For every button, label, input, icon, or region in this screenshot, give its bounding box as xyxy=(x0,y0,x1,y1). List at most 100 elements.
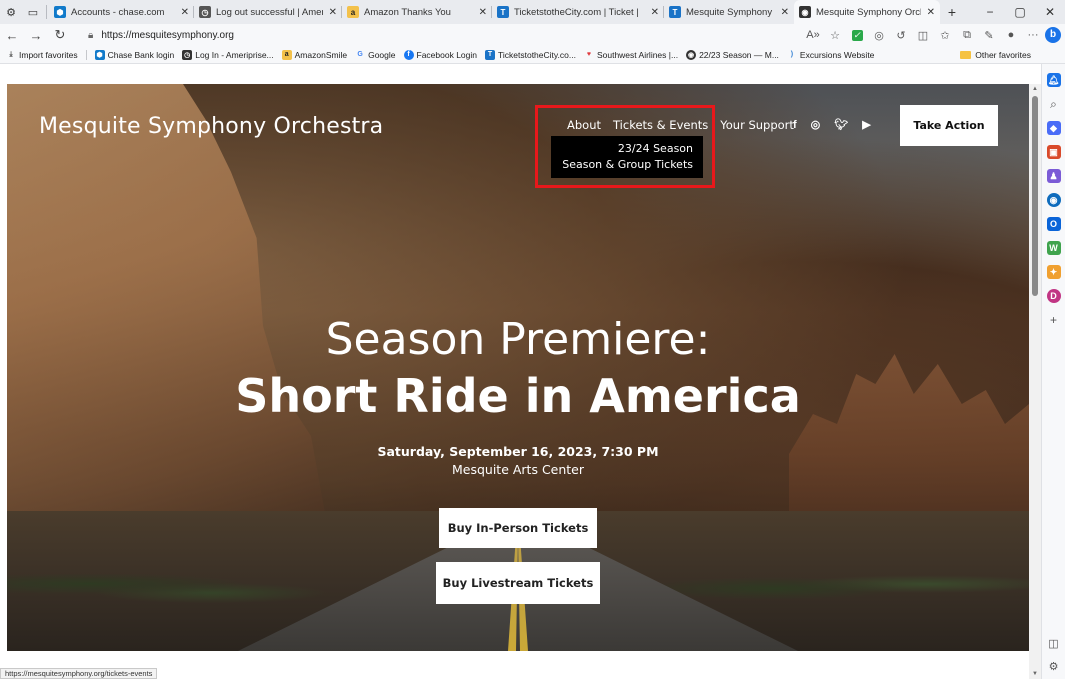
page-scrollbar[interactable]: ▲ ▼ xyxy=(1029,84,1041,679)
refresh-button[interactable]: ↻ xyxy=(48,27,72,43)
outlook-icon[interactable]: O xyxy=(1046,217,1061,231)
site-title[interactable]: Mesquite Symphony Orchestra xyxy=(39,114,383,139)
ticketstothecity-icon: T xyxy=(485,49,495,60)
tab-2[interactable]: ◷ Log out successful | Ameripris ✕ xyxy=(194,0,342,24)
extensions-icon[interactable]: ✎ xyxy=(978,29,1000,42)
profile-avatar-icon[interactable]: ● xyxy=(1000,29,1022,41)
tab-3[interactable]: a Amazon Thanks You ✕ xyxy=(342,0,492,24)
mesquite-favicon-icon: ◉ xyxy=(799,6,811,18)
forward-button[interactable]: → xyxy=(24,28,48,43)
refresh-extension-icon[interactable]: ↺ xyxy=(890,29,912,42)
notification-bell-icon[interactable]: 🔔︎ xyxy=(1046,73,1061,87)
take-action-button[interactable]: Take Action xyxy=(900,105,998,146)
hero-heading-line2: Short Ride in America xyxy=(235,369,801,423)
app-icon[interactable]: D xyxy=(1046,289,1061,303)
more-menu-icon[interactable]: ··· xyxy=(1022,29,1044,41)
favorite-excursions[interactable]: ) Excursions Website xyxy=(787,49,875,60)
close-icon[interactable]: ✕ xyxy=(479,7,487,18)
tab-title: Amazon Thanks You xyxy=(364,6,451,18)
nav-your-support[interactable]: Your Support xyxy=(720,118,794,132)
buy-in-person-tickets-button[interactable]: Buy In-Person Tickets xyxy=(439,508,597,548)
scroll-up-icon[interactable]: ▲ xyxy=(1032,86,1038,92)
back-button[interactable]: ← xyxy=(0,28,24,43)
office-icon[interactable]: ◉ xyxy=(1046,193,1061,207)
address-bar-icons: A» ☆ ✓ ◎ ↺ ◫ ✩ ⧉ ✎ ● ··· xyxy=(802,29,1044,42)
favorite-label: Chase Bank login xyxy=(107,49,175,60)
close-icon[interactable]: ✕ xyxy=(651,7,659,18)
youtube-icon[interactable]: ▶ xyxy=(862,118,870,131)
image-creator-icon[interactable]: ✦ xyxy=(1046,265,1061,279)
collections-icon[interactable]: ⧉ xyxy=(956,29,978,42)
close-icon[interactable]: ✕ xyxy=(781,7,789,18)
tab-title: Accounts - chase.com xyxy=(71,6,165,18)
search-icon[interactable]: ⌕ xyxy=(1047,97,1061,111)
close-icon[interactable]: ✕ xyxy=(927,7,935,18)
split-screen-icon[interactable]: ◫ xyxy=(912,29,934,42)
favorite-label: 22/23 Season — M... xyxy=(699,49,779,60)
favorite-ticketstothecity[interactable]: T TicketstotheCity.co... xyxy=(485,49,576,60)
google-icon: G xyxy=(357,51,363,58)
buy-livestream-tickets-button[interactable]: Buy Livestream Tickets xyxy=(436,562,600,604)
new-tab-button[interactable]: + xyxy=(940,4,964,20)
favorites-icon[interactable]: ✩ xyxy=(934,29,956,42)
scroll-down-icon[interactable]: ▼ xyxy=(1032,671,1038,677)
tab-title: Mesquite Symphony Orchestr xyxy=(686,6,775,18)
close-window-button[interactable]: ✕ xyxy=(1035,5,1065,19)
favorite-google[interactable]: G Google xyxy=(355,50,395,60)
tab-6-active[interactable]: ◉ Mesquite Symphony Orchestr ✕ xyxy=(794,0,940,24)
favorites-bar: ⤓ Import favorites ⬢ Chase Bank login ◷ … xyxy=(0,46,1065,64)
extension-icon[interactable]: ◎ xyxy=(868,29,890,42)
sidebar-layout-icon[interactable]: ◫ xyxy=(1048,637,1058,650)
favorite-amazonsmile[interactable]: a AmazonSmile xyxy=(281,49,347,60)
games-icon[interactable]: ♟ xyxy=(1046,169,1061,183)
other-favorites[interactable]: Other favorites xyxy=(960,50,1031,60)
tab-title: Mesquite Symphony Orchestr xyxy=(816,6,921,18)
instagram-icon[interactable]: ◎ xyxy=(811,118,821,131)
favorite-chase[interactable]: ⬢ Chase Bank login xyxy=(94,49,175,60)
profile-icon[interactable]: ⚙ xyxy=(0,0,22,24)
tab-1[interactable]: ⬢ Accounts - chase.com ✕ xyxy=(49,0,194,24)
facebook-icon[interactable]: f xyxy=(793,119,797,131)
tab-4[interactable]: T TicketstotheCity.com | Ticket | ✕ xyxy=(492,0,664,24)
favorite-label: Import favorites xyxy=(19,49,78,60)
tools-briefcase-icon[interactable]: ▣ xyxy=(1046,145,1061,159)
minimize-button[interactable]: − xyxy=(975,5,1005,19)
shopping-tag-icon[interactable]: ◆ xyxy=(1046,121,1061,135)
favorite-label: Excursions Website xyxy=(799,49,875,60)
url-field[interactable]: 🔒︎ https://mesquitesymphony.org xyxy=(80,26,720,44)
tab-separator xyxy=(46,5,47,19)
favorite-import[interactable]: ⤓ Import favorites xyxy=(6,49,78,60)
maximize-button[interactable]: ▢ xyxy=(1005,5,1035,19)
ameriprise-icon: ◷ xyxy=(182,49,193,60)
favorite-star-icon[interactable]: ☆ xyxy=(824,29,846,42)
favorite-season[interactable]: ◉ 22/23 Season — M... xyxy=(686,49,779,60)
bing-chat-icon[interactable]: b xyxy=(1045,27,1061,43)
read-aloud-icon[interactable]: A» xyxy=(802,29,824,41)
sidebar-bottom: ◫ ⚙ xyxy=(1048,627,1058,673)
close-icon[interactable]: ✕ xyxy=(181,7,189,18)
hero-heading-line1: Season Premiere: xyxy=(325,314,711,365)
favorite-ameriprise[interactable]: ◷ Log In - Ameriprise... xyxy=(182,49,274,60)
tab-actions-icon[interactable]: ▭ xyxy=(22,0,44,24)
scrollbar-thumb[interactable] xyxy=(1032,96,1038,296)
lock-icon: 🔒︎ xyxy=(88,29,94,41)
close-icon[interactable]: ✕ xyxy=(329,7,337,18)
favorite-label: TicketstotheCity.co... xyxy=(498,49,576,60)
tab-title: Log out successful | Ameripris xyxy=(216,6,323,18)
event-date: Saturday, September 16, 2023, 7:30 PM xyxy=(377,444,659,459)
add-sidebar-icon[interactable]: + xyxy=(1047,313,1061,327)
drop-icon[interactable]: W xyxy=(1046,241,1061,255)
favorite-facebook[interactable]: f Facebook Login xyxy=(403,49,477,60)
favorite-label: Log In - Ameriprise... xyxy=(195,49,274,60)
settings-gear-icon[interactable]: ⚙ xyxy=(1049,660,1059,673)
other-favorites-label: Other favorites xyxy=(975,49,1031,60)
address-bar-row: ← → ↻ 🔒︎ https://mesquitesymphony.org A»… xyxy=(0,24,1065,46)
excursions-icon: ) xyxy=(790,51,794,58)
amazon-favicon-icon: a xyxy=(347,6,359,18)
amazon-icon: a xyxy=(281,49,292,60)
twitter-icon[interactable]: 🐦︎ xyxy=(834,118,848,131)
ticketstothecity-favicon-icon: T xyxy=(669,6,681,18)
tab-5[interactable]: T Mesquite Symphony Orchestr ✕ xyxy=(664,0,794,24)
extension-check-icon[interactable]: ✓ xyxy=(846,29,868,41)
favorite-southwest[interactable]: ♥ Southwest Airlines |... xyxy=(584,50,678,60)
